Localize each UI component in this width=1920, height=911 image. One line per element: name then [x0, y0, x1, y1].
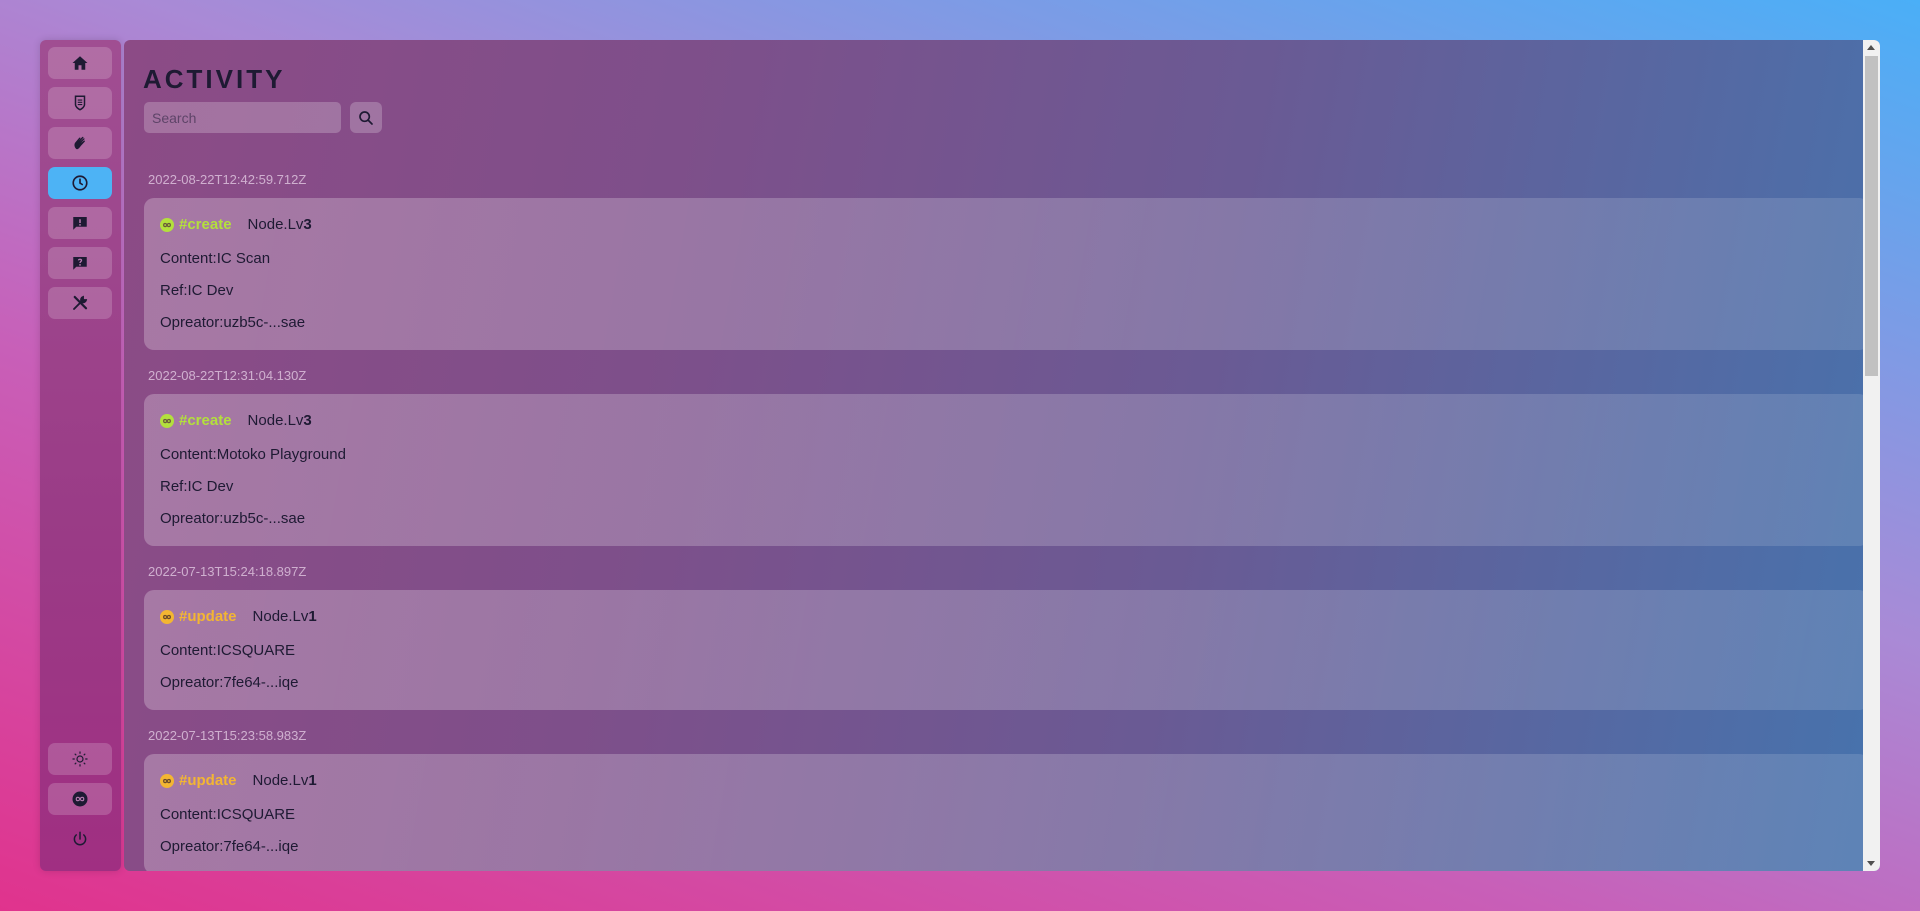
infinity-icon	[160, 773, 174, 788]
sidebar	[40, 40, 121, 871]
activity-card: #create Node.Lv3 Content:Motoko Playgrou…	[144, 394, 1869, 546]
clock-icon	[72, 175, 88, 191]
activity-header: #create Node.Lv3	[160, 216, 312, 233]
page-title: ACTIVITY	[143, 64, 286, 94]
activity-operator: Opreator:uzb5c-...sae	[160, 314, 306, 331]
activity-content: Content:ICSQUARE	[160, 806, 296, 823]
node-level: Node.Lv1	[252, 608, 317, 625]
shield-icon	[74, 95, 86, 111]
infinity-icon	[160, 413, 174, 428]
question-icon	[73, 257, 87, 270]
nav-tools[interactable]	[48, 287, 112, 319]
activity-tag: #update	[179, 608, 237, 625]
activity-content: Content:ICSQUARE	[160, 642, 296, 659]
nav-shield[interactable]	[48, 87, 112, 119]
nav-home[interactable]	[48, 47, 112, 79]
node-level: Node.Lv3	[247, 412, 312, 429]
activity-timestamp: 2022-08-22T12:42:59.712Z	[148, 172, 307, 187]
logout-button[interactable]	[48, 823, 112, 855]
activity-card: #update Node.Lv1 Content:ICSQUARE Opreat…	[144, 754, 1869, 871]
activity-operator: Opreator:7fe64-...iqe	[160, 838, 299, 855]
node-level: Node.Lv3	[247, 216, 312, 233]
activity-tag: #create	[179, 216, 232, 233]
theme-toggle[interactable]	[48, 743, 112, 775]
scrollbar-thumb[interactable]	[1865, 56, 1878, 376]
activity-content: Content:IC Scan	[160, 250, 271, 267]
main-panel: ACTIVITY 2022-08-22T12:42:59.712Z #creat…	[124, 40, 1880, 871]
activity-card: #update Node.Lv1 Content:ICSQUARE Opreat…	[144, 590, 1869, 710]
infinity-icon	[160, 609, 174, 624]
infinity-button[interactable]	[48, 783, 112, 815]
activity-card: #create Node.Lv3 Content:IC Scan Ref:IC …	[144, 198, 1869, 350]
activity-header: #create Node.Lv3	[160, 412, 312, 429]
activity-tag: #create	[179, 412, 232, 429]
search-input[interactable]	[144, 102, 341, 133]
activity-ref: Ref:IC Dev	[160, 478, 234, 495]
home-icon	[72, 56, 88, 70]
tools-icon	[73, 295, 88, 310]
sun-icon	[72, 751, 88, 767]
nav-hand[interactable]	[48, 127, 112, 159]
activity-operator: Opreator:7fe64-...iqe	[160, 674, 299, 691]
report-icon	[73, 217, 87, 230]
activity-tag: #update	[179, 772, 237, 789]
scroll-down-arrow[interactable]	[1867, 861, 1875, 866]
nav-question[interactable]	[48, 247, 112, 279]
activity-timestamp: 2022-07-13T15:24:18.897Z	[148, 564, 307, 579]
scroll-up-arrow[interactable]	[1867, 45, 1875, 50]
activity-content: Content:Motoko Playground	[160, 446, 346, 463]
nav-activity[interactable]	[48, 167, 112, 199]
scrollbar[interactable]	[1863, 40, 1880, 871]
infinity-icon	[160, 217, 174, 232]
activity-operator: Opreator:uzb5c-...sae	[160, 510, 306, 527]
activity-header: #update Node.Lv1	[160, 608, 317, 625]
node-level: Node.Lv1	[252, 772, 317, 789]
search-icon	[359, 110, 373, 125]
activity-timestamp: 2022-07-13T15:23:58.983Z	[148, 728, 307, 743]
activity-header: #update Node.Lv1	[160, 772, 317, 789]
activity-ref: Ref:IC Dev	[160, 282, 234, 299]
activity-timestamp: 2022-08-22T12:31:04.130Z	[148, 368, 307, 383]
search-button[interactable]	[350, 102, 382, 133]
wave-hand-icon	[74, 136, 85, 150]
infinity-icon	[72, 791, 88, 807]
nav-report[interactable]	[48, 207, 112, 239]
power-icon	[73, 831, 87, 846]
